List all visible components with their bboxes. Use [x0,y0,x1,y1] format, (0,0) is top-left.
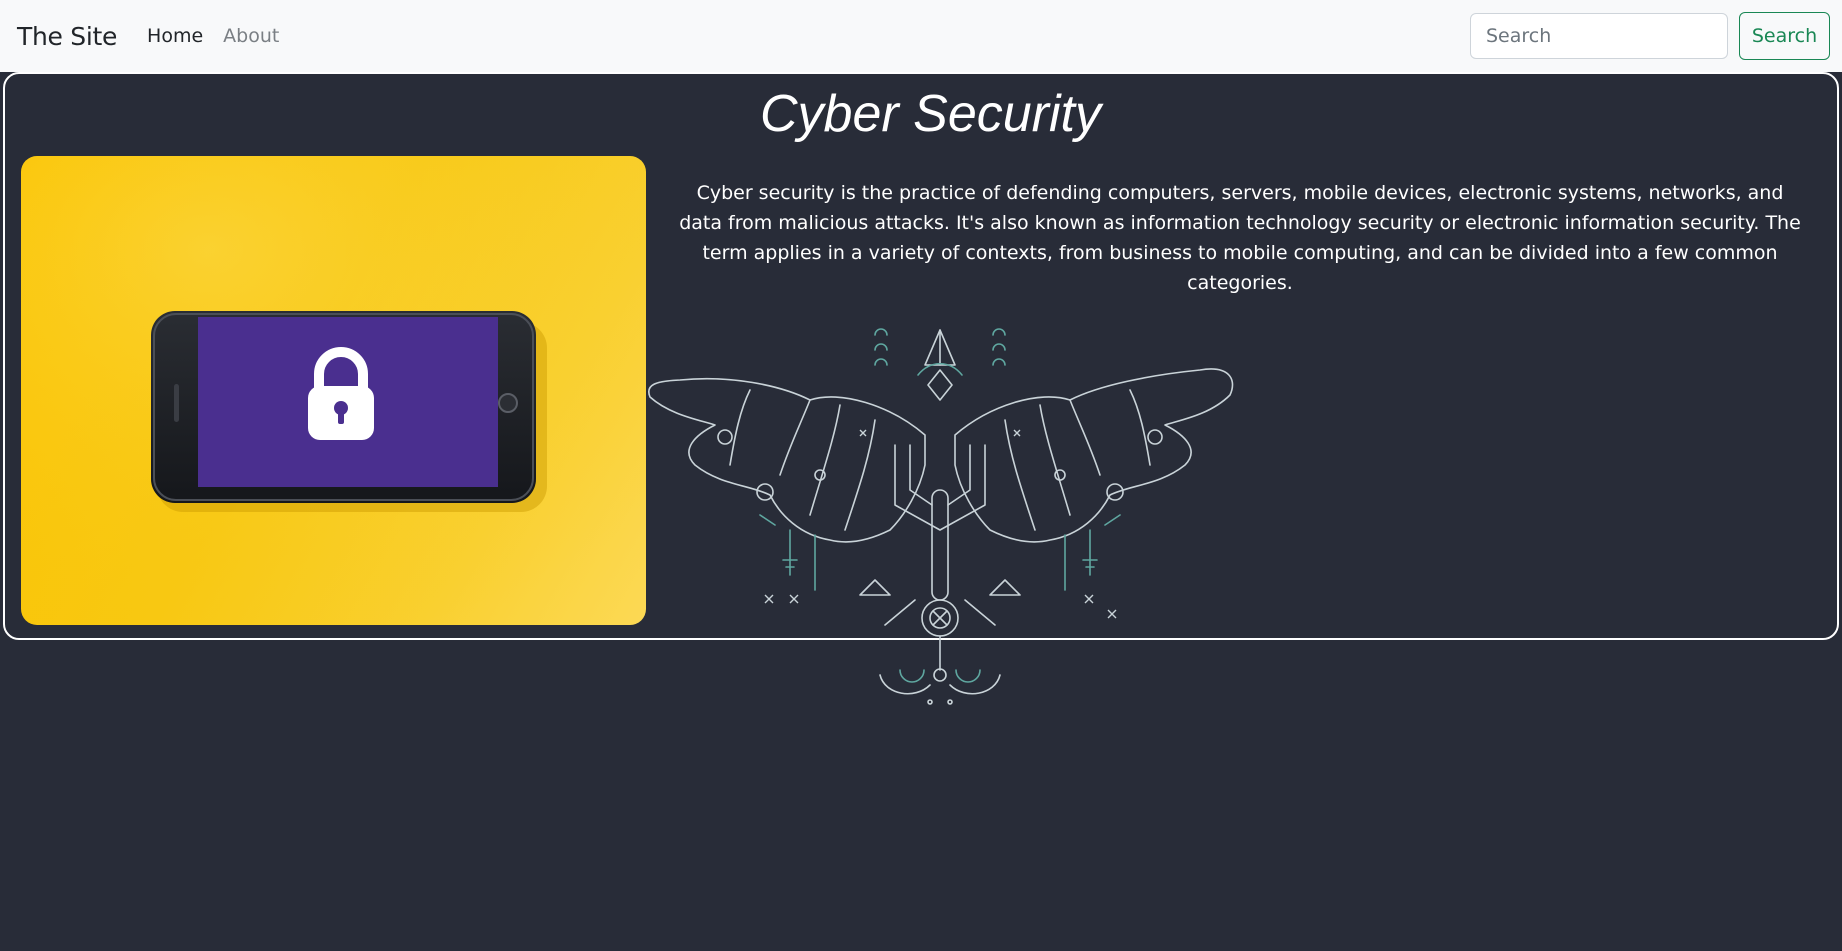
phone-lock-illustration [21,156,646,625]
nav-link-about[interactable]: About [223,25,279,47]
navbar: The Site Home About Search [0,0,1842,72]
description-text: Cyber security is the practice of defend… [679,182,1801,294]
nav-link-home[interactable]: Home [147,25,203,47]
circuit-wings-illustration [648,328,1234,705]
circuit-emblem [640,325,1240,710]
search-input[interactable] [1470,13,1728,59]
page-title: Cyber Security [760,85,1101,143]
brand-link[interactable]: The Site [17,22,117,51]
phone-lock-photo [21,156,646,625]
search-button[interactable]: Search [1739,12,1830,60]
